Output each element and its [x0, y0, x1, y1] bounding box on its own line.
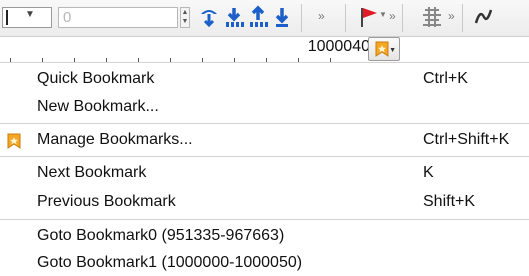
bookmark-icon — [375, 41, 389, 57]
menu-item-shortcut: Ctrl+K — [423, 70, 468, 87]
overflow-chevron-icon[interactable]: » — [318, 9, 325, 23]
zoom-combo[interactable]: ▼ — [2, 7, 52, 28]
menu-item-shortcut: K — [423, 164, 434, 181]
toolbar-separator — [345, 4, 346, 32]
menu-item-quick-bookmark[interactable]: Quick Bookmark Ctrl+K — [0, 66, 529, 92]
menu-item-goto-bookmark0[interactable]: Goto Bookmark0 (951335-967663) — [0, 223, 529, 249]
menu-item-label: Goto Bookmark1 (1000000-1000050) — [37, 254, 303, 271]
chevron-down-icon: ▼ — [389, 47, 396, 54]
menu-item-label: Manage Bookmarks... — [37, 131, 193, 148]
menu-separator — [0, 219, 529, 220]
menu-item-goto-bookmark1[interactable]: Goto Bookmark1 (1000000-1000050) — [0, 250, 529, 276]
menu-item-manage-bookmarks[interactable]: Manage Bookmarks... Ctrl+Shift+K — [0, 127, 529, 153]
menu-separator — [0, 156, 529, 157]
menu-item-label: Goto Bookmark0 (951335-967663) — [37, 227, 285, 244]
flag-icon[interactable] — [357, 5, 381, 29]
step-up-icon[interactable] — [246, 5, 270, 29]
spin-stepper[interactable]: ▲ ▼ — [180, 7, 190, 28]
toolbar-separator — [402, 4, 403, 32]
menu-item-label: Quick Bookmark — [37, 70, 155, 87]
toolbar-separator — [301, 4, 302, 32]
menu-item-label: Previous Bookmark — [37, 193, 176, 210]
menu-item-previous-bookmark[interactable]: Previous Bookmark Shift+K — [0, 189, 529, 215]
menu-item-new-bookmark[interactable]: New Bookmark... — [0, 94, 529, 120]
bookmarks-menu: Quick Bookmark Ctrl+K New Bookmark... Ma… — [0, 62, 529, 274]
overflow-chevron-icon[interactable]: » — [389, 9, 396, 23]
overflow-chevron-icon[interactable]: » — [448, 9, 455, 23]
menu-item-shortcut: Shift+K — [423, 193, 476, 210]
menu-item-shortcut: Ctrl+Shift+K — [423, 131, 510, 148]
text-cursor — [6, 10, 8, 25]
toolbar: ▼ 0 ▲ ▼ » ▼ » » — [0, 0, 529, 37]
menu-separator — [0, 123, 529, 124]
hex-grid-icon[interactable] — [420, 5, 444, 29]
position-readout: 1000040 — [307, 38, 370, 55]
menu-item-label: New Bookmark... — [37, 98, 159, 115]
curve-tool-icon[interactable] — [472, 5, 496, 29]
toolbar-separator — [462, 4, 463, 32]
bookmarks-menu-button[interactable]: ▼ — [368, 37, 400, 61]
bookmark-icon — [7, 133, 21, 149]
menu-item-next-bookmark[interactable]: Next Bookmark K — [0, 160, 529, 186]
goto-end-icon[interactable] — [270, 5, 294, 29]
chevron-down-icon[interactable]: ▼ — [379, 10, 387, 19]
step-down-icon[interactable] — [222, 5, 246, 29]
position-spinbox[interactable]: 0 — [58, 7, 178, 28]
goto-start-icon[interactable] — [197, 5, 221, 29]
chevron-down-icon[interactable]: ▼ — [25, 9, 35, 20]
menu-item-label: Next Bookmark — [37, 164, 147, 181]
